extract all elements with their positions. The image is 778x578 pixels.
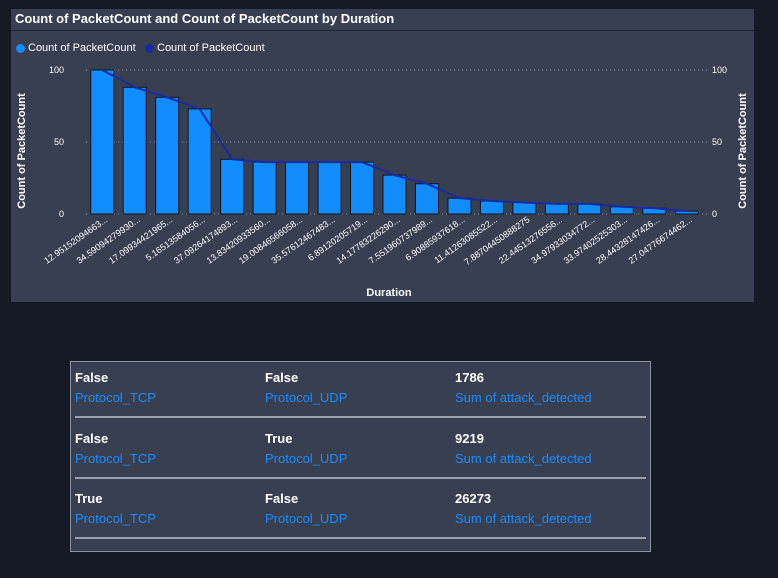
bar[interactable] bbox=[479, 200, 504, 215]
bar[interactable] bbox=[382, 174, 407, 215]
y-tick-label-left: 0 bbox=[59, 209, 64, 219]
bar[interactable] bbox=[544, 203, 569, 215]
bar[interactable] bbox=[187, 108, 212, 215]
y-axis-label-left: Count of PacketCount bbox=[16, 93, 28, 209]
card-row-divider bbox=[75, 477, 646, 479]
card-sum-label: Sum of attack_detected bbox=[455, 390, 592, 405]
combo-chart[interactable]: 0 050 50100 100 12.95152094663...34.5909427… bbox=[11, 9, 754, 302]
card-field-udp: False Protocol_UDP bbox=[265, 491, 347, 526]
y-tick-label-right: 100 bbox=[712, 65, 727, 75]
y-axis-label-right: Count of PacketCount bbox=[737, 93, 749, 209]
card-udp-label: Protocol_UDP bbox=[265, 451, 348, 466]
bar[interactable] bbox=[252, 161, 277, 215]
card-field-sum: 26273 Sum of attack_detected bbox=[455, 491, 592, 526]
card-udp-label: Protocol_UDP bbox=[265, 511, 348, 526]
y-tick-label-left: 100 bbox=[49, 65, 64, 75]
card-tcp-label: Protocol_TCP bbox=[75, 390, 156, 405]
card-field-udp: True Protocol_UDP bbox=[265, 431, 347, 466]
multi-row-card: False Protocol_TCP False Protocol_UDP 17… bbox=[70, 361, 651, 552]
card-field-tcp: True Protocol_TCP bbox=[75, 491, 156, 526]
card-field-udp: False Protocol_UDP bbox=[265, 370, 347, 405]
card-row: False Protocol_TCP True Protocol_UDP 921… bbox=[75, 431, 646, 483]
bar[interactable] bbox=[155, 96, 180, 215]
card-field-sum: 1786 Sum of attack_detected bbox=[455, 370, 592, 405]
bar[interactable] bbox=[122, 86, 147, 215]
bar[interactable] bbox=[512, 201, 537, 215]
bar[interactable] bbox=[317, 161, 342, 215]
card-row-divider bbox=[75, 537, 646, 539]
bar[interactable] bbox=[447, 197, 472, 215]
card-row: False Protocol_TCP False Protocol_UDP 17… bbox=[75, 370, 646, 422]
bar[interactable] bbox=[90, 69, 115, 215]
card-tcp-label: Protocol_TCP bbox=[75, 451, 156, 466]
card-row-divider bbox=[75, 416, 646, 418]
card-tcp-value: True bbox=[75, 491, 103, 506]
bar[interactable] bbox=[674, 210, 699, 215]
x-axis-label: Duration bbox=[366, 287, 412, 299]
card-sum-value: 9219 bbox=[455, 431, 484, 446]
y-tick-label-left: 50 bbox=[54, 137, 64, 147]
card-tcp-value: False bbox=[75, 370, 109, 385]
bar[interactable] bbox=[350, 161, 375, 215]
bar[interactable] bbox=[285, 161, 310, 215]
y-tick-label-right: 0 bbox=[712, 209, 717, 219]
card-udp-value: False bbox=[265, 491, 299, 506]
card-udp-value: False bbox=[265, 370, 299, 385]
card-tcp-value: False bbox=[75, 431, 109, 446]
card-tcp-label: Protocol_TCP bbox=[75, 511, 156, 526]
card-row: True Protocol_TCP False Protocol_UDP 262… bbox=[75, 491, 646, 543]
card-udp-label: Protocol_UDP bbox=[265, 390, 348, 405]
card-udp-value: True bbox=[265, 431, 293, 446]
card-sum-value: 1786 bbox=[455, 370, 484, 385]
card-field-tcp: False Protocol_TCP bbox=[75, 370, 156, 405]
y-tick-label-right: 50 bbox=[712, 137, 722, 147]
card-sum-label: Sum of attack_detected bbox=[455, 511, 592, 526]
bar[interactable] bbox=[220, 158, 245, 215]
chart-panel: Count of PacketCount and Count of Packet… bbox=[11, 9, 754, 302]
card-sum-label: Sum of attack_detected bbox=[455, 451, 592, 466]
card-field-tcp: False Protocol_TCP bbox=[75, 431, 156, 466]
card-sum-value: 26273 bbox=[455, 491, 492, 506]
card-field-sum: 9219 Sum of attack_detected bbox=[455, 431, 592, 466]
